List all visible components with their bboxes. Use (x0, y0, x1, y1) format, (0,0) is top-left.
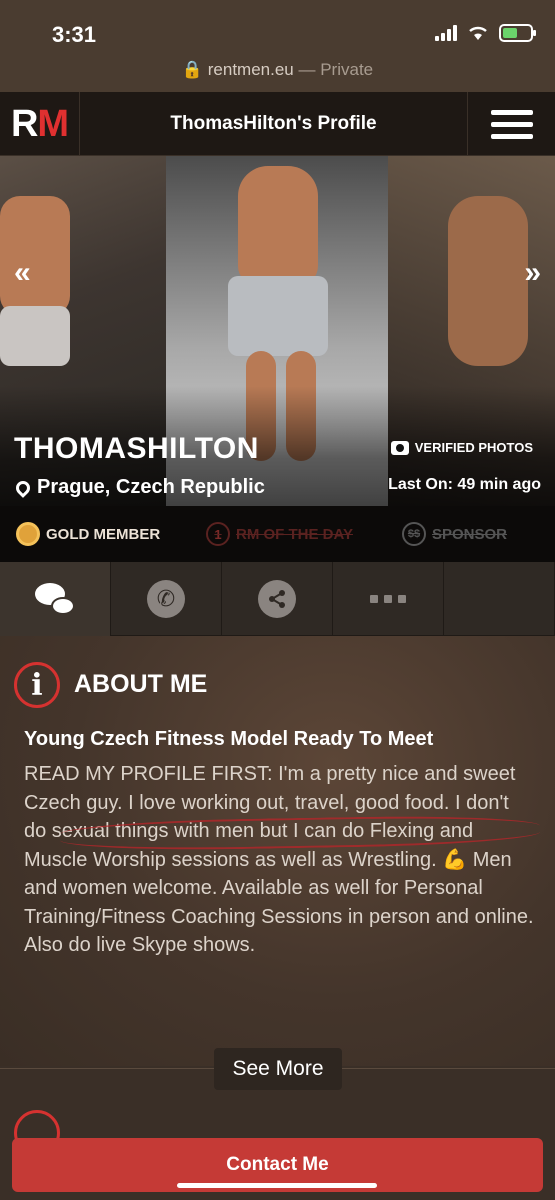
dollar-icon: $$ (402, 522, 426, 546)
last-online: Last On: 49 min ago (388, 476, 541, 493)
sponsor-label: SPONSOR (432, 525, 508, 543)
verified-photos-badge: VERIFIED PHOTOS (390, 440, 533, 455)
site-header: RM ThomasHilton's Profile (0, 92, 555, 156)
url-text: rentmen.eu (207, 60, 294, 79)
profile-location: Prague, Czech Republic (13, 476, 265, 499)
url-bar[interactable]: 🔒 rentmen.eu — Private (0, 60, 555, 80)
status-bar: 3:31 🔒 rentmen.eu — Private (0, 0, 555, 92)
see-more-button[interactable]: See More (214, 1048, 342, 1090)
signal-icon (435, 25, 457, 41)
logo-m: M (37, 102, 69, 145)
lock-icon: 🔒 (181, 60, 204, 79)
wifi-icon (469, 26, 487, 40)
page-title: ThomasHilton's Profile (170, 113, 377, 134)
location-text: Prague, Czech Republic (37, 476, 265, 498)
rm-of-the-day-label: RM OF THE DAY (236, 525, 353, 543)
badge-row: GOLD MEMBER 1 RM OF THE DAY $$ SPONSOR (0, 506, 555, 562)
action-bar: ✆ (0, 562, 555, 636)
sponsor-badge: $$ SPONSOR (402, 522, 507, 546)
share-icon (258, 580, 296, 618)
photo-gallery[interactable]: « » THOMASHILTON Prague, Czech Republic … (0, 156, 555, 506)
logo-r: R (10, 102, 38, 145)
action-spacer (444, 562, 555, 636)
site-logo[interactable]: RM (0, 92, 80, 156)
about-title: ABOUT ME (74, 670, 208, 698)
battery-icon (499, 24, 536, 42)
phone-icon: ✆ (147, 580, 185, 618)
about-headline: Young Czech Fitness Model Ready To Meet (24, 728, 434, 750)
gold-member-label: GOLD MEMBER (46, 525, 161, 543)
share-button[interactable] (222, 562, 333, 636)
chevron-left-icon[interactable]: « (14, 256, 31, 290)
info-icon: i (14, 662, 60, 708)
profile-name: THOMASHILTON (14, 432, 259, 465)
medal-icon (16, 522, 40, 546)
status-icons (435, 24, 536, 42)
privacy-label: — Private (298, 60, 374, 79)
clock: 3:31 (52, 22, 97, 47)
hamburger-icon[interactable] (467, 92, 555, 156)
gold-member-badge: GOLD MEMBER (16, 522, 160, 546)
camera-icon (390, 440, 409, 455)
about-section: i ABOUT ME Young Czech Fitness Model Rea… (0, 636, 555, 1090)
rm-of-the-day-badge: 1 RM OF THE DAY (206, 522, 353, 546)
about-bio: READ MY PROFILE FIRST: I'm a pretty nice… (24, 763, 534, 956)
rank-number-icon: 1 (206, 522, 230, 546)
call-button[interactable]: ✆ (111, 562, 222, 636)
more-icon (370, 595, 406, 603)
home-indicator (177, 1183, 377, 1188)
more-button[interactable] (333, 562, 444, 636)
verified-label: VERIFIED PHOTOS (414, 440, 533, 455)
chat-button[interactable] (0, 562, 111, 636)
chevron-right-icon[interactable]: » (524, 256, 541, 290)
location-pin-icon (13, 477, 33, 498)
chat-icon (35, 583, 75, 615)
